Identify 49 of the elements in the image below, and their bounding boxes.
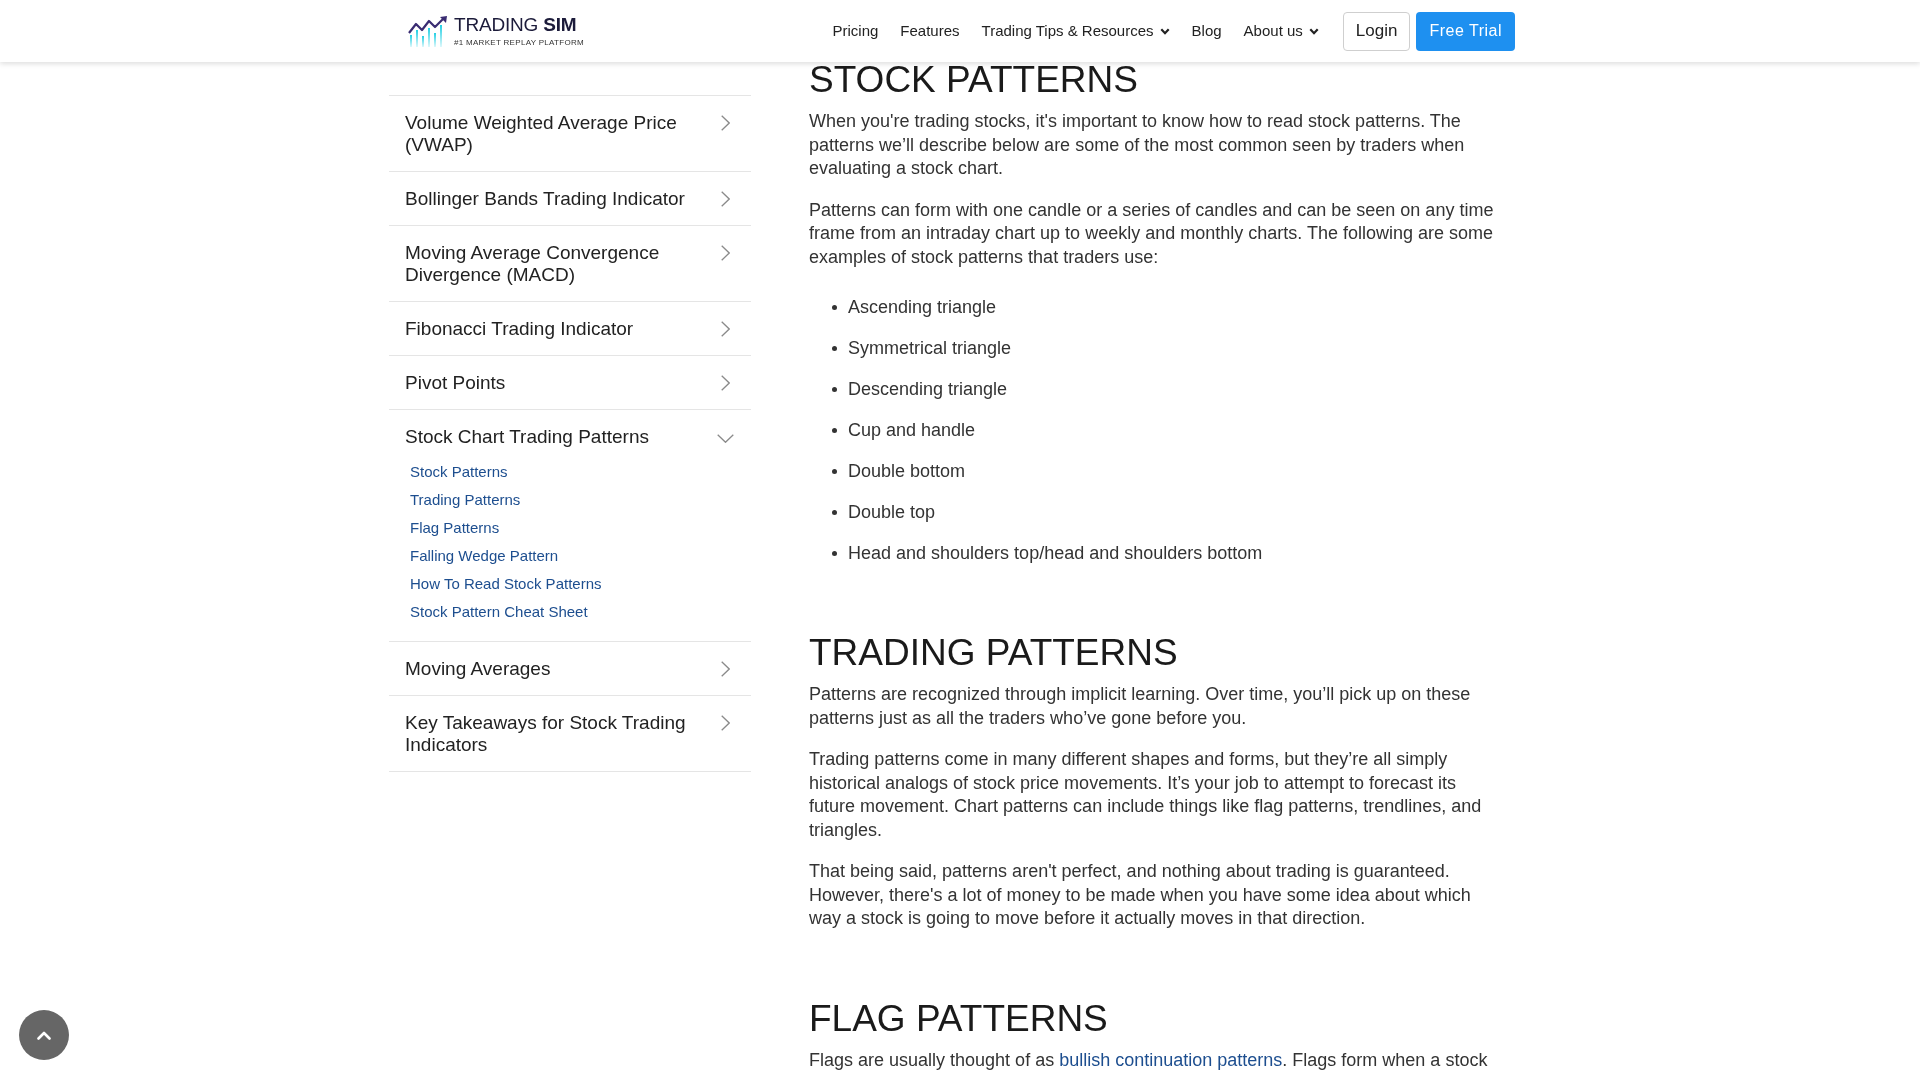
- section-heading: TRADING PATTERNS: [809, 635, 1179, 671]
- sidebar-item[interactable]: Moving Averages: [389, 642, 751, 695]
- sidebar-item[interactable]: Fibonacci Trading Indicator: [389, 302, 751, 355]
- sidebar-item[interactable]: Volume Weighted Average Price (VWAP): [389, 96, 751, 171]
- link[interactable]: bullish continuation patterns: [1059, 1049, 1283, 1070]
- nav-link[interactable]: Features: [900, 19, 960, 43]
- list-item: Descending triangle: [848, 378, 1008, 401]
- sidebar-item[interactable]: Moving Average Convergence Divergence (MACD): [389, 226, 751, 301]
- paragraph: Flags are usually thought of as bullish continuation patterns. Flags form when a stock: [809, 1048, 1489, 1072]
- chevron-down-icon: [1159, 27, 1170, 35]
- sidebar-sublink[interactable]: Falling Wedge Pattern: [410, 542, 559, 570]
- chevron-down-icon: [1308, 27, 1319, 35]
- sidebar-sublink[interactable]: How To Read Stock Patterns: [410, 570, 602, 598]
- section-heading: STOCK PATTERNS: [809, 62, 1139, 98]
- nav-link[interactable]: About us: [1243, 19, 1319, 43]
- bullet-icon: [832, 304, 837, 310]
- login-button[interactable]: Login: [1342, 11, 1411, 51]
- list-item: Ascending triangle: [848, 296, 997, 319]
- logo-tagline: #1 MARKET REPLAY PLATFORM: [454, 37, 585, 48]
- list-item: Double top: [848, 501, 936, 524]
- paragraph: That being said, patterns aren't perfect, and nothing about trading is guaranteed. However, there's a lot of money to be made when you have some idea about which way a stock is going to move before it actually moves in that direction.: [809, 860, 1472, 930]
- bullet-icon: [832, 386, 837, 392]
- chevron-up-icon: [37, 1030, 51, 1040]
- bullet-icon: [832, 427, 837, 433]
- paragraph: When you're trading stocks, it's important to know how to read stock patterns. The patterns we’ll describe below are some of the most common seen by traders when evaluating a stock chart.: [809, 110, 1466, 180]
- sidebar-sublink[interactable]: Flag Patterns: [410, 514, 500, 542]
- paragraph: Patterns are recognized through implicit learning. Over time, you’ll pick up on these patterns just as all the traders who’ve gone before you.: [809, 683, 1472, 730]
- nav-link[interactable]: Trading Tips & Resources: [981, 19, 1170, 43]
- nav-link[interactable]: Blog: [1191, 19, 1222, 43]
- sidebar-sublink[interactable]: Stock Pattern Cheat Sheet: [410, 598, 588, 626]
- bullet-icon: [832, 509, 837, 515]
- list-item: Cup and handle: [848, 419, 976, 442]
- sidebar-sublink[interactable]: Trading Patterns: [410, 486, 521, 514]
- sidebar-item[interactable]: Pivot Points: [389, 356, 751, 409]
- list-item: Symmetrical triangle: [848, 337, 1012, 360]
- list-item: Head and shoulders top/head and shoulders bottom: [848, 542, 1263, 565]
- bullet-icon: [832, 550, 837, 556]
- nav-link[interactable]: Pricing: [832, 19, 879, 43]
- back-to-top-button[interactable]: [19, 1010, 69, 1060]
- paragraph: Patterns can form with one candle or a series of candles and can be seen on any time frame from an intraday chart up to weekly and monthly charts. The following are some examples of stock patterns that traders use:: [809, 198, 1495, 269]
- sidebar-item[interactable]: Key Takeaways for Stock Trading Indicators: [389, 696, 751, 771]
- bullet-icon: [832, 468, 837, 474]
- paragraph: Trading patterns come in many different shapes and forms, but they’re all simply historical analogs of stock price movements. It’s your job to attempt to forecast its future movement. Chart patterns can include things like flag patterns, trendlines, and triangles.: [809, 748, 1483, 842]
- logo-wordmark[interactable]: TRADING SIM: [454, 14, 585, 35]
- sidebar-item[interactable]: Bollinger Bands Trading Indicator: [389, 172, 751, 225]
- list-item: Double bottom: [848, 460, 966, 483]
- section-heading: FLAG PATTERNS: [809, 1000, 1109, 1037]
- bullet-icon: [832, 345, 837, 351]
- line-chart-logo-icon[interactable]: [408, 15, 448, 47]
